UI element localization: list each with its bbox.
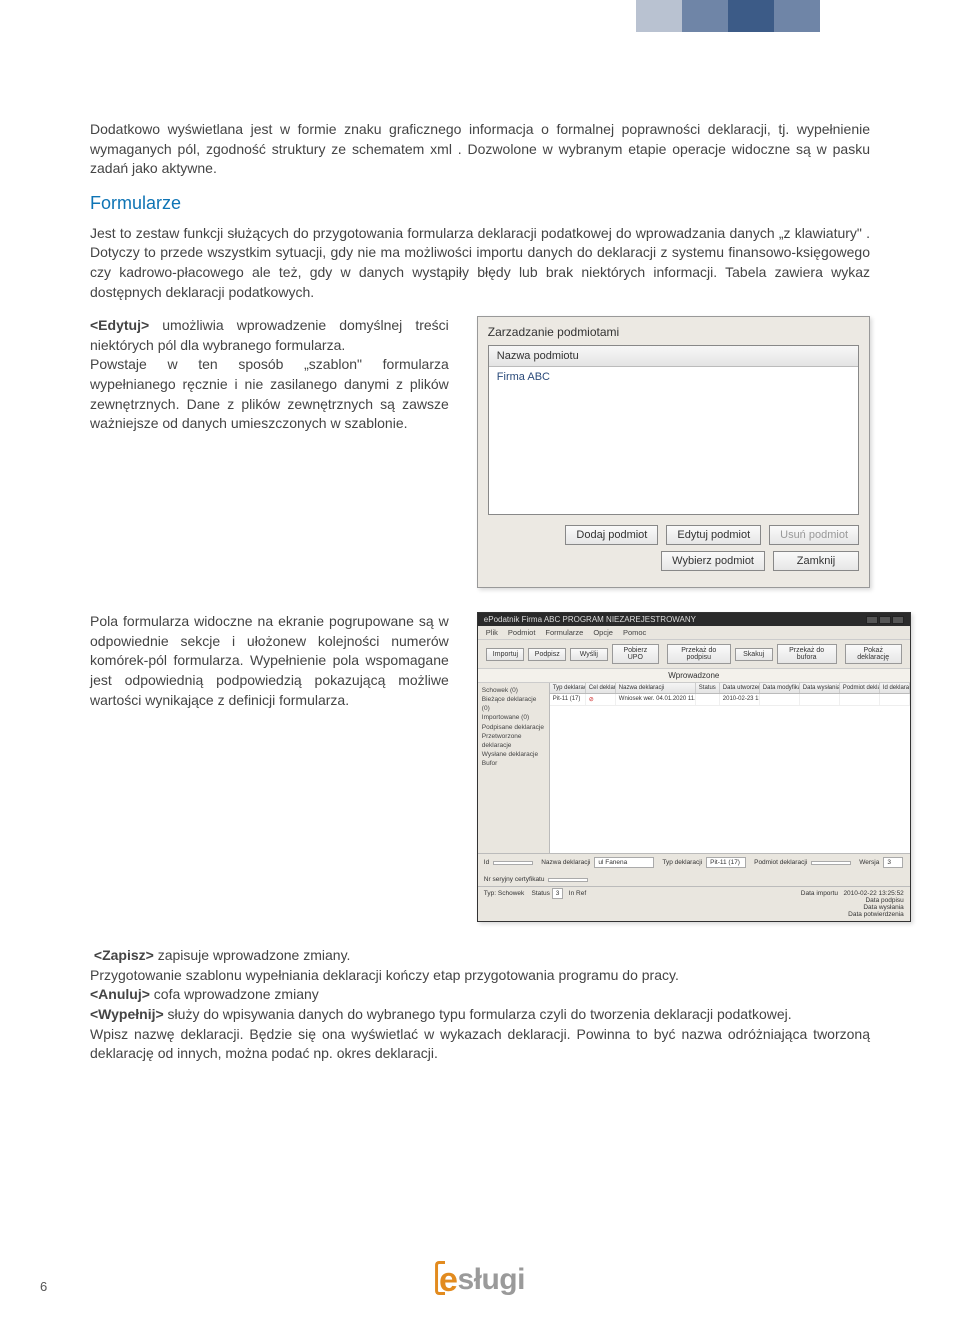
edytuj-tag: <Edytuj>: [90, 317, 149, 333]
list-row[interactable]: Firma ABC: [489, 367, 858, 387]
declarations-grid[interactable]: Typ deklaracji Cel deklaracji Nazwa dekl…: [550, 683, 910, 853]
menu-pomoc[interactable]: Pomoc: [623, 628, 646, 637]
menu-bar: Plik Podmiot Formularze Opcje Pomoc: [478, 626, 910, 640]
section-heading-formularze: Formularze: [90, 193, 870, 214]
toolbar: Importuj Podpisz Wyślij Pobierz UPO Prze…: [478, 640, 910, 668]
grid-col: Typ deklaracji: [550, 683, 586, 693]
grid-col: Data utworzenia: [720, 683, 760, 693]
zapisz-tag: <Zapisz>: [94, 947, 154, 963]
typ-field[interactable]: Pit-11 (17): [706, 857, 746, 868]
stripe: [774, 0, 820, 32]
wypelnij-tag: <Wypełnij>: [90, 1006, 164, 1022]
menu-formularze[interactable]: Formularze: [545, 628, 583, 637]
tree-item[interactable]: Przetworzone deklaracje: [482, 732, 545, 750]
pokaz-deklaracje-button[interactable]: Pokaż deklarację: [845, 644, 902, 664]
minimize-icon[interactable]: [866, 616, 878, 624]
menu-plik[interactable]: Plik: [486, 628, 498, 637]
logo-e-icon: e: [439, 1261, 457, 1300]
przekaz-bufora-button[interactable]: Przekaż do bufora: [777, 644, 837, 664]
tree-item[interactable]: Schowek (0): [482, 686, 545, 695]
podmiot-field[interactable]: [811, 861, 851, 865]
subjects-list[interactable]: Nazwa podmiotu Firma ABC: [488, 345, 859, 515]
details-panel: Id Nazwa deklaracjiul Fanena Typ deklara…: [478, 853, 910, 886]
grid-col: Data wysłania: [800, 683, 840, 693]
dialog-title: Zarzadzanie podmiotami: [488, 325, 859, 339]
pobierz-upo-button[interactable]: Pobierz UPO: [612, 644, 659, 664]
window-title: ePodatnik Firma ABC PROGRAM NIEZAREJESTR…: [484, 615, 696, 624]
podpisz-button[interactable]: Podpisz: [528, 648, 566, 661]
window-titlebar: ePodatnik Firma ABC PROGRAM NIEZAREJESTR…: [478, 613, 910, 626]
form-fields-description: Pola formularza widoczne na ekranie pogr…: [90, 612, 449, 922]
section-paragraph: Jest to zestaw funkcji służących do przy…: [90, 224, 870, 302]
stripe: [636, 0, 682, 32]
grid-col: Cel deklaracji: [586, 683, 616, 693]
outro-block: <Zapisz> zapisuje wprowadzone zmiany. Pr…: [90, 946, 870, 1064]
stripe: [682, 0, 728, 32]
grid-col: Status: [696, 683, 720, 693]
logo: esługi: [435, 1261, 525, 1300]
przekaz-podpisu-button[interactable]: Przekaż do podpisu: [667, 644, 731, 664]
app-main-window: ePodatnik Firma ABC PROGRAM NIEZAREJESTR…: [477, 612, 911, 922]
anuluj-tag: <Anuluj>: [90, 986, 150, 1002]
wyslij-button[interactable]: Wyślij: [570, 648, 608, 661]
edytuj-description: <Edytuj> umożliwia wprowadzenie domyślne…: [90, 316, 449, 588]
nazwa-field[interactable]: ul Fanena: [594, 857, 654, 868]
stripe: [728, 0, 774, 32]
select-subject-button[interactable]: Wybierz podmiot: [661, 551, 765, 571]
skakuj-button[interactable]: Skakuj: [735, 648, 773, 661]
importuj-button[interactable]: Importuj: [486, 648, 524, 661]
id-field[interactable]: [493, 861, 533, 865]
intro-paragraph: Dodatkowo wyświetlana jest w formie znak…: [90, 120, 870, 179]
dialog-zarzadzanie-podmiotami: Zarzadzanie podmiotami Nazwa podmiotu Fi…: [477, 316, 870, 588]
warning-icon: ⊘: [586, 694, 616, 705]
edit-subject-button[interactable]: Edytuj podmiot: [666, 525, 761, 545]
grid-col: Id deklaracji: [880, 683, 910, 693]
wersja-field[interactable]: 3: [883, 857, 903, 868]
page-number: 6: [40, 1279, 47, 1294]
tree-item[interactable]: Bufor: [482, 759, 545, 768]
list-column-header: Nazwa podmiotu: [489, 346, 858, 367]
folder-tree[interactable]: Schowek (0) Bieżące deklaracje (0) Impor…: [478, 683, 550, 853]
tree-item[interactable]: Bieżące deklaracje (0): [482, 695, 545, 713]
grid-col: Nazwa deklaracji: [616, 683, 696, 693]
grid-row[interactable]: Pit-11 (17) ⊘ Wniosek wer. 04.01.2020 11…: [550, 694, 910, 706]
tab-wprowadzone[interactable]: Wprowadzone: [478, 668, 910, 683]
delete-subject-button[interactable]: Usuń podmiot: [769, 525, 859, 545]
add-subject-button[interactable]: Dodaj podmiot: [565, 525, 658, 545]
tree-item[interactable]: Podpisane deklaracje: [482, 723, 545, 732]
grid-col: Data modyfikacji: [760, 683, 800, 693]
maximize-icon[interactable]: [879, 616, 891, 624]
close-icon[interactable]: [892, 616, 904, 624]
nrcert-field[interactable]: [548, 878, 588, 882]
close-button[interactable]: Zamknij: [773, 551, 859, 571]
grid-col: Podmiot deklaracji: [840, 683, 880, 693]
tree-item[interactable]: Wysłane deklaracje: [482, 750, 545, 759]
tree-item[interactable]: Importowane (0): [482, 713, 545, 722]
header-color-stripes: [636, 0, 820, 32]
menu-opcje[interactable]: Opcje: [593, 628, 613, 637]
logo-text: sługi: [457, 1263, 525, 1296]
status-bar: Typ: Schowek Status 3 In Ref Data import…: [478, 886, 910, 921]
menu-podmiot[interactable]: Podmiot: [508, 628, 536, 637]
